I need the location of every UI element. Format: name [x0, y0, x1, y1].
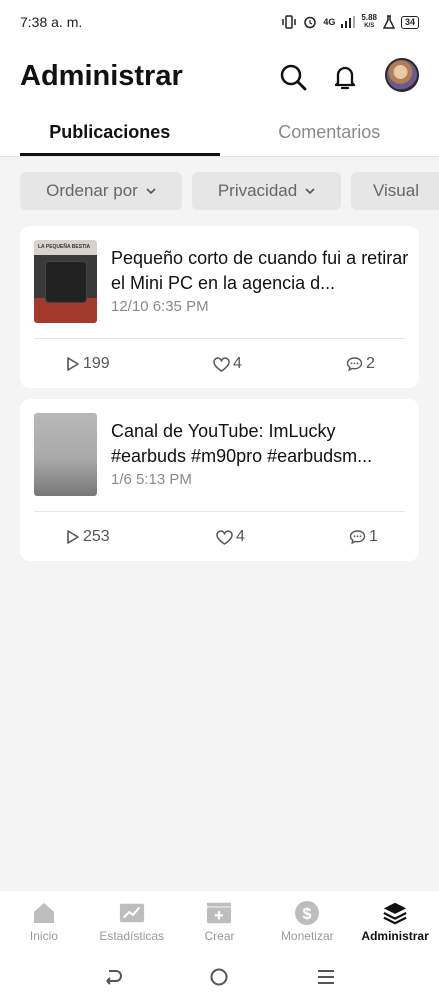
post-card[interactable]: LA PEQUEÑA BESTIA Pequeño corto de cuand… — [20, 226, 419, 388]
visibility-dropdown[interactable]: Visual — [351, 172, 439, 210]
post-card[interactable]: Canal de YouTube: ImLucky #earbuds #m90p… — [20, 399, 419, 561]
tab-bar: Publicaciones Comentarios — [0, 108, 439, 156]
status-bar: 7:38 a. m. 4G 5.88 K/S 34 — [0, 0, 439, 44]
status-time: 7:38 a. m. — [20, 14, 83, 30]
heart-icon — [213, 356, 230, 372]
back-button[interactable] — [93, 962, 133, 992]
post-thumbnail[interactable]: LA PEQUEÑA BESTIA — [34, 240, 97, 323]
header-divider — [0, 156, 439, 157]
home-button[interactable] — [199, 962, 239, 992]
nav-item-inicio[interactable]: Inicio — [0, 891, 88, 953]
heart-icon — [216, 529, 233, 545]
post-stats: 199 4 2 — [20, 339, 419, 389]
layers-icon — [382, 901, 408, 925]
post-date: 1/6 5:13 PM — [111, 471, 192, 488]
play-icon — [67, 530, 79, 544]
visibility-label: Visual — [373, 181, 419, 200]
post-title: Canal de YouTube: ImLucky #earbuds #m90p… — [111, 421, 373, 466]
network-type: 4G — [323, 17, 336, 27]
thumbnail-device — [46, 262, 86, 302]
svg-text:$: $ — [303, 906, 312, 923]
tab-comentarios[interactable]: Comentarios — [220, 108, 439, 156]
chevron-down-icon — [305, 188, 315, 195]
post-thumbnail[interactable] — [34, 413, 97, 496]
play-icon — [67, 357, 79, 371]
nav-item-administrar[interactable]: Administrar — [351, 891, 439, 953]
page-title: Administrar — [20, 60, 183, 92]
battery-indicator: 34 — [400, 15, 419, 29]
views-count: 199 — [83, 355, 110, 372]
create-icon — [206, 901, 232, 925]
sort-by-label: Ordenar por — [46, 181, 138, 200]
post-stats: 253 4 1 — [20, 512, 419, 562]
home-icon — [31, 901, 57, 925]
avatar[interactable] — [385, 58, 419, 92]
likes-count: 4 — [236, 528, 245, 545]
privacy-label: Privacidad — [217, 181, 298, 200]
chart-icon — [119, 901, 145, 925]
nav-label: Estadísticas — [99, 929, 165, 943]
bell-icon[interactable] — [330, 62, 360, 92]
likes-stat: 4 — [213, 339, 242, 389]
nav-label: Administrar — [361, 929, 429, 943]
likes-count: 4 — [233, 355, 242, 372]
nav-label: Inicio — [29, 929, 58, 943]
post-date: 12/10 6:35 PM — [111, 298, 209, 315]
search-icon[interactable] — [278, 62, 308, 92]
status-icons: 4G 5.88 K/S 34 — [281, 14, 419, 30]
comment-icon — [349, 530, 366, 545]
thumbnail-caption: LA PEQUEÑA BESTIA — [38, 244, 91, 250]
vibrate-icon — [282, 15, 297, 29]
sort-by-dropdown[interactable]: Ordenar por — [20, 172, 182, 210]
recents-button[interactable] — [306, 962, 346, 992]
bottom-nav: Inicio Estadísticas Crear $ Monetizar Ad… — [0, 891, 439, 953]
recents-icon — [317, 969, 334, 984]
nav-label: Crear — [204, 929, 235, 943]
system-nav-bar — [0, 953, 439, 1000]
flask-icon — [382, 15, 395, 29]
nav-label: Monetizar — [280, 929, 334, 943]
alarm-icon — [304, 16, 317, 29]
views-stat: 199 — [66, 339, 110, 389]
network-speed: 5.88 K/S — [361, 14, 377, 30]
comments-count: 2 — [366, 355, 375, 372]
back-icon — [106, 969, 123, 985]
comments-stat: 1 — [349, 512, 378, 562]
home-circle-icon — [210, 968, 228, 985]
views-count: 253 — [83, 528, 110, 545]
dollar-icon: $ — [294, 901, 320, 925]
comments-count: 1 — [369, 528, 378, 545]
signal-icon — [341, 16, 356, 28]
chevron-down-icon — [146, 188, 156, 195]
nav-item-monetizar[interactable]: $ Monetizar — [263, 891, 351, 953]
post-title: Pequeño corto de cuando fui a retirar el… — [111, 248, 409, 293]
views-stat: 253 — [66, 512, 110, 562]
nav-item-estadisticas[interactable]: Estadísticas — [88, 891, 176, 953]
likes-stat: 4 — [216, 512, 245, 562]
header: Administrar Publicaciones Comentarios — [0, 44, 439, 156]
comments-stat: 2 — [346, 339, 375, 389]
comment-icon — [346, 357, 363, 372]
filter-bar: Ordenar por Privacidad Visual — [20, 172, 439, 212]
network-speed-value: 5.88 — [361, 13, 377, 22]
privacy-dropdown[interactable]: Privacidad — [192, 172, 341, 210]
network-speed-unit: K/S — [364, 23, 375, 29]
nav-item-crear[interactable]: Crear — [176, 891, 264, 953]
tab-publicaciones[interactable]: Publicaciones — [0, 108, 220, 156]
